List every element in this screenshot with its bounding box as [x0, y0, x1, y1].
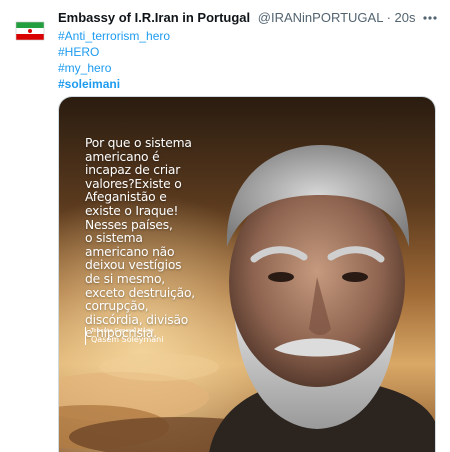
timestamp[interactable]: 20s [395, 10, 416, 25]
tweet[interactable]: Embassy of I.R.Iran in Portugal @IRANinP… [0, 0, 450, 452]
hashtag-link[interactable]: #soleimani [58, 76, 170, 92]
media-attribution: Tenente General Mártir Qasem Soleymani [85, 327, 163, 345]
separator-dot: · [386, 10, 391, 25]
display-name[interactable]: Embassy of I.R.Iran in Portugal [58, 10, 250, 25]
avatar[interactable] [12, 12, 48, 48]
user-handle[interactable]: @IRANinPORTUGAL [258, 10, 383, 25]
tweet-text: #Anti_terrorism_hero #HERO #my_hero #sol… [58, 28, 170, 92]
more-options-button[interactable] [420, 8, 440, 28]
tweet-media[interactable]: Por que o sistema americano é incapaz de… [58, 96, 436, 452]
hashtag-link[interactable]: #my_hero [58, 60, 170, 76]
tweet-header: Embassy of I.R.Iran in Portugal @IRANinP… [58, 10, 418, 26]
hashtag-link[interactable]: #Anti_terrorism_hero [58, 28, 170, 44]
attribution-title: Tenente General Mártir [91, 328, 155, 334]
more-horizontal-icon [423, 16, 437, 20]
hashtag-link[interactable]: #HERO [58, 44, 170, 60]
media-quote-text: Por que o sistema americano é incapaz de… [85, 136, 195, 341]
iran-flag-icon [12, 12, 48, 48]
attribution-name: Qasem Soleymani [91, 335, 164, 344]
